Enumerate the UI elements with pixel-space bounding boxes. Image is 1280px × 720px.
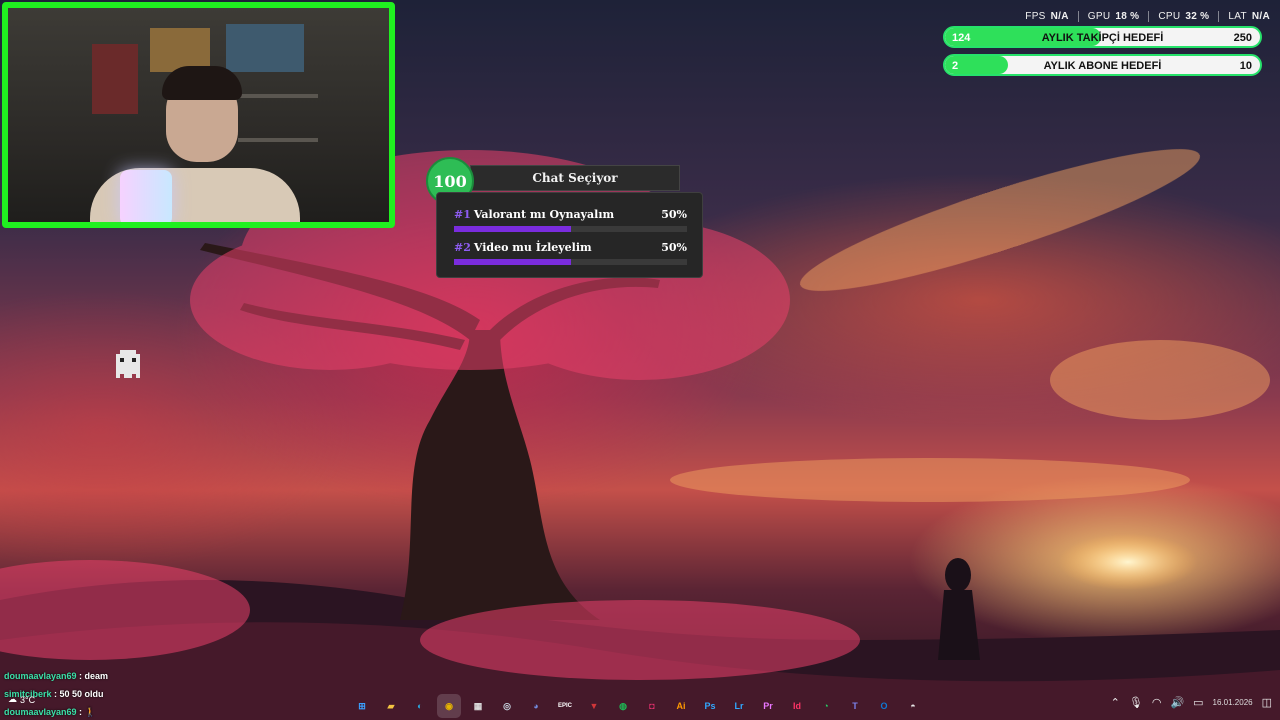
premiere-icon[interactable]: Pr (756, 694, 780, 718)
file-explorer-icon[interactable]: ▰ (379, 694, 403, 718)
wall-shelf (238, 94, 318, 98)
subscriber-goal-bar: 2 AYLIK ABONE HEDEFİ 10 (943, 54, 1262, 76)
ring-light (120, 170, 172, 222)
outlook-icon[interactable]: O (872, 694, 896, 718)
instagram-icon[interactable]: ◘ (640, 694, 664, 718)
wall-shelf (238, 138, 318, 142)
goal-label: AYLIK TAKİPÇİ HEDEFİ (1041, 32, 1164, 44)
poll-option-bar (454, 226, 687, 232)
poll-option-percent: 50% (661, 208, 687, 221)
poll-option-percent: 50% (661, 241, 687, 254)
poll-option: #2 Video mu İzleyelim 50% (454, 241, 687, 271)
steam-icon[interactable]: ◎ (495, 694, 519, 718)
indesign-icon[interactable]: Id (785, 694, 809, 718)
store-icon[interactable]: ▦ (466, 694, 490, 718)
taskbar: ⊞ ▰ ◐ ◉ ▦ ◎ ◕ EPIC ▼ ◍ ◘ Ai Ps Lr Pr Id ◔ T O ◓ ⌃ 🎙 ◠ 🔊 ▭ 1… (0, 692, 1280, 720)
poll-option-number: #2 (454, 241, 471, 254)
poll-option-bar (454, 259, 687, 265)
poll-panel: #1 Valorant mı Oynayalım 50% #2 Video mu İ… (436, 192, 703, 278)
edge-icon[interactable]: ◐ (408, 694, 432, 718)
poll-option-label: #2 Video mu İzleyelim (454, 241, 592, 254)
discord-icon[interactable]: ◕ (524, 694, 548, 718)
follower-goal-bar: 124 AYLIK TAKİPÇİ HEDEFİ 250 (943, 26, 1262, 48)
volume-icon[interactable]: 🔊 (1170, 696, 1184, 709)
chat-username: doumaavlayan69 (4, 671, 77, 681)
stat-gpu: GPU 18 % (1079, 11, 1150, 22)
illustrator-icon[interactable]: Ai (669, 694, 693, 718)
system-tray: ⌃ 🎙 ◠ 🔊 ▭ 16.01.2026 ◫ (1111, 696, 1272, 709)
poll-option-number: #1 (454, 208, 471, 221)
chat-message: doumaavlayan69 : deam (4, 667, 108, 685)
epic-games-icon[interactable]: EPIC (553, 694, 577, 718)
system-stats-overlay: FPS N/A GPU 18 % CPU 32 % LAT N/A (1016, 11, 1270, 22)
chat-text: : deam (76, 671, 109, 681)
ghost-icon[interactable] (112, 350, 144, 382)
clock-date: 16.01.2026 (1212, 697, 1253, 707)
taskbar-apps: ⊞ ▰ ◐ ◉ ▦ ◎ ◕ EPIC ▼ ◍ ◘ Ai Ps Lr Pr Id ◔ T O ◓ (350, 694, 925, 718)
wall-poster (226, 24, 304, 72)
streamer-hair (162, 66, 242, 100)
poll-title: Chat Seçiyor (470, 165, 680, 191)
poll-option-bar-fill (454, 259, 571, 265)
photoshop-icon[interactable]: Ps (698, 694, 722, 718)
notifications-icon[interactable]: ◫ (1262, 696, 1272, 709)
poll-option-bar-fill (454, 226, 571, 232)
spotify-icon[interactable]: ◍ (611, 694, 635, 718)
microphone-icon[interactable]: 🎙 (1129, 696, 1143, 709)
teams-icon[interactable]: T (843, 694, 867, 718)
goal-target-value: 10 (1239, 60, 1252, 72)
lightroom-icon[interactable]: Lr (727, 694, 751, 718)
stat-cpu: CPU 32 % (1149, 11, 1220, 22)
goal-target-value: 250 (1233, 32, 1252, 44)
clock[interactable]: 16.01.2026 (1213, 698, 1253, 708)
wall-poster (92, 44, 138, 114)
riot-icon[interactable]: ▼ (582, 694, 606, 718)
poll-option: #1 Valorant mı Oynayalım 50% (454, 208, 687, 238)
battery-icon[interactable]: ▭ (1193, 696, 1203, 709)
chevron-up-icon[interactable]: ⌃ (1111, 696, 1120, 709)
obs-icon[interactable]: ◓ (901, 694, 925, 718)
stat-latency: LAT N/A (1228, 11, 1270, 22)
goal-label: AYLIK ABONE HEDEFİ (1043, 60, 1162, 72)
windows-start-icon[interactable]: ⊞ (350, 694, 374, 718)
stat-fps: FPS N/A (1016, 11, 1079, 22)
webcam-overlay (2, 2, 395, 228)
whatsapp-icon[interactable]: ◔ (814, 694, 838, 718)
chrome-icon[interactable]: ◉ (437, 694, 461, 718)
poll-option-label: #1 Valorant mı Oynayalım (454, 208, 615, 221)
wifi-icon[interactable]: ◠ (1152, 696, 1162, 709)
